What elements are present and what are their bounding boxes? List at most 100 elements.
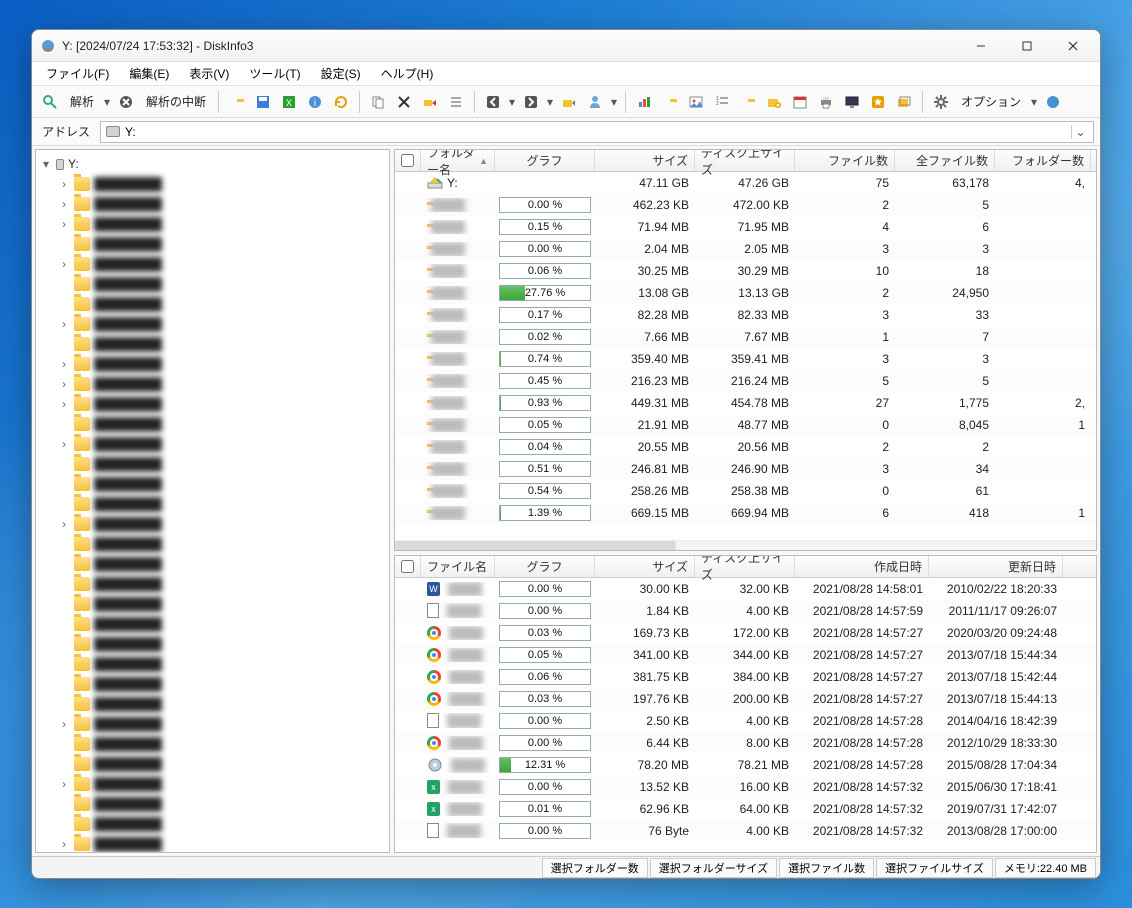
tree-item[interactable]: ›████████ — [40, 194, 385, 214]
file-row[interactable]: ████0.06 %381.75 KB384.00 KB2021/08/28 1… — [395, 666, 1096, 688]
minimize-button[interactable] — [958, 31, 1004, 61]
copy-icon[interactable] — [366, 90, 390, 114]
header-created[interactable]: 作成日時 — [795, 556, 929, 577]
folder-row[interactable]: ████0.15 %71.94 MB71.95 MB46 — [395, 216, 1096, 238]
header-size[interactable]: サイズ — [595, 556, 695, 577]
picture-icon[interactable] — [684, 90, 708, 114]
expand-icon[interactable]: › — [58, 217, 70, 231]
forward-icon[interactable] — [519, 90, 543, 114]
tree-item[interactable]: ›████████ — [40, 174, 385, 194]
folder-row[interactable]: ████27.76 %13.08 GB13.13 GB224,950 — [395, 282, 1096, 304]
folder-row[interactable]: ████0.54 %258.26 MB258.38 MB061 — [395, 480, 1096, 502]
header-all-files[interactable]: 全ファイル数 — [895, 150, 995, 171]
tree-item[interactable]: ████████ — [40, 734, 385, 754]
folder-row[interactable]: ████0.00 %2.04 MB2.05 MB33 — [395, 238, 1096, 260]
open-folder-icon[interactable] — [225, 90, 249, 114]
file-row[interactable]: ████12.31 %78.20 MB78.21 MB2021/08/28 14… — [395, 754, 1096, 776]
folder-row[interactable]: ████0.17 %82.28 MB82.33 MB333 — [395, 304, 1096, 326]
save-icon[interactable] — [251, 90, 275, 114]
options-dropdown-icon[interactable]: ▾ — [1029, 95, 1039, 109]
info-icon[interactable]: i — [303, 90, 327, 114]
abort-icon[interactable] — [114, 90, 138, 114]
file-row[interactable]: ████0.05 %341.00 KB344.00 KB2021/08/28 1… — [395, 644, 1096, 666]
tree-item[interactable]: ████████ — [40, 674, 385, 694]
tree-item[interactable]: ████████ — [40, 794, 385, 814]
folder-tree-icon[interactable] — [658, 90, 682, 114]
expand-icon[interactable]: › — [58, 397, 70, 411]
tree-item[interactable]: ›████████ — [40, 714, 385, 734]
tree-item[interactable]: ████████ — [40, 534, 385, 554]
header-disk-size[interactable]: ディスク上サイズ — [695, 150, 795, 171]
file-row[interactable]: x████0.01 %62.96 KB64.00 KB2021/08/28 14… — [395, 798, 1096, 820]
tree-item[interactable]: ████████ — [40, 454, 385, 474]
file-row[interactable]: x████0.00 %13.52 KB16.00 KB2021/08/28 14… — [395, 776, 1096, 798]
tree-item[interactable]: ›████████ — [40, 354, 385, 374]
tree-item[interactable]: ████████ — [40, 574, 385, 594]
tree-item[interactable]: ›████████ — [40, 314, 385, 334]
tree-item[interactable]: ████████ — [40, 234, 385, 254]
menu-help[interactable]: ヘルプ(H) — [371, 63, 444, 84]
folder-row[interactable]: ████0.06 %30.25 MB30.29 MB1018 — [395, 260, 1096, 282]
folder-row[interactable]: ████0.04 %20.55 MB20.56 MB22 — [395, 436, 1096, 458]
menu-view[interactable]: 表示(V) — [179, 63, 239, 84]
tree-item[interactable]: ████████ — [40, 754, 385, 774]
gear-icon[interactable] — [929, 90, 953, 114]
folders-icon[interactable] — [736, 90, 760, 114]
tree-item[interactable]: ████████ — [40, 494, 385, 514]
expand-icon[interactable]: › — [58, 837, 70, 851]
move-icon[interactable] — [418, 90, 442, 114]
tree-item[interactable]: ›████████ — [40, 394, 385, 414]
menu-file[interactable]: ファイル(F) — [36, 63, 119, 84]
header-graph[interactable]: グラフ — [495, 556, 595, 577]
expand-icon[interactable]: › — [58, 777, 70, 791]
up-icon[interactable] — [557, 90, 581, 114]
tree-item[interactable]: ████████ — [40, 414, 385, 434]
expand-icon[interactable]: › — [58, 357, 70, 371]
folder-row[interactable]: ████0.45 %216.23 MB216.24 MB55 — [395, 370, 1096, 392]
monitor-icon[interactable] — [840, 90, 864, 114]
tree-root[interactable]: ▾ Y: — [40, 154, 385, 174]
chart-icon[interactable] — [632, 90, 656, 114]
forward-dropdown-icon[interactable]: ▾ — [545, 95, 555, 109]
folder-list-body[interactable]: Y:47.11 GB47.26 GB7563,1784,████0.00 %46… — [395, 172, 1096, 540]
header-folders[interactable]: フォルダー数 — [995, 150, 1091, 171]
expand-icon[interactable]: › — [58, 437, 70, 451]
options-label[interactable]: オプション — [955, 93, 1027, 110]
user-icon[interactable] — [583, 90, 607, 114]
tree-item[interactable]: ████████ — [40, 814, 385, 834]
select-all-files[interactable] — [401, 560, 414, 573]
folder-row[interactable]: ████0.51 %246.81 MB246.90 MB334 — [395, 458, 1096, 480]
file-list-body[interactable]: W████0.00 %30.00 KB32.00 KB2021/08/28 14… — [395, 578, 1096, 852]
tree-item[interactable]: ████████ — [40, 594, 385, 614]
tree-item[interactable]: ›████████ — [40, 434, 385, 454]
abort-label[interactable]: 解析の中断 — [140, 93, 212, 110]
menu-edit[interactable]: 編集(E) — [119, 63, 179, 84]
tree-item[interactable]: ████████ — [40, 474, 385, 494]
select-all-folders[interactable] — [401, 154, 414, 167]
tree-item[interactable]: ████████ — [40, 294, 385, 314]
calendar-icon[interactable] — [788, 90, 812, 114]
collapse-icon[interactable]: ▾ — [40, 157, 52, 171]
tree-item[interactable]: ████████ — [40, 554, 385, 574]
file-row[interactable]: ████0.00 %2.50 KB4.00 KB2021/08/28 14:57… — [395, 710, 1096, 732]
folder-row[interactable]: ████0.74 %359.40 MB359.41 MB33 — [395, 348, 1096, 370]
tree-item[interactable]: ████████ — [40, 614, 385, 634]
titlebar[interactable]: Y: [2024/07/24 17:53:32] - DiskInfo3 — [32, 30, 1100, 62]
printer-icon[interactable] — [814, 90, 838, 114]
horizontal-scrollbar[interactable] — [395, 540, 1096, 550]
close-button[interactable] — [1050, 31, 1096, 61]
tree-item[interactable]: ›████████ — [40, 774, 385, 794]
header-disk-size[interactable]: ディスク上サイズ — [695, 556, 795, 577]
expand-icon[interactable]: › — [58, 197, 70, 211]
analyze-dropdown-icon[interactable]: ▾ — [102, 95, 112, 109]
analyze-label[interactable]: 解析 — [64, 93, 100, 110]
folder-row[interactable]: ████0.05 %21.91 MB48.77 MB08,0451 — [395, 414, 1096, 436]
tree-item[interactable]: ›████████ — [40, 214, 385, 234]
address-input[interactable]: Y: ⌄ — [100, 121, 1094, 143]
maximize-button[interactable] — [1004, 31, 1050, 61]
delete-icon[interactable] — [392, 90, 416, 114]
globe-icon[interactable] — [1041, 90, 1065, 114]
list-icon[interactable] — [444, 90, 468, 114]
file-row[interactable]: ████0.00 %6.44 KB8.00 KB2021/08/28 14:57… — [395, 732, 1096, 754]
tree-item[interactable]: ████████ — [40, 334, 385, 354]
